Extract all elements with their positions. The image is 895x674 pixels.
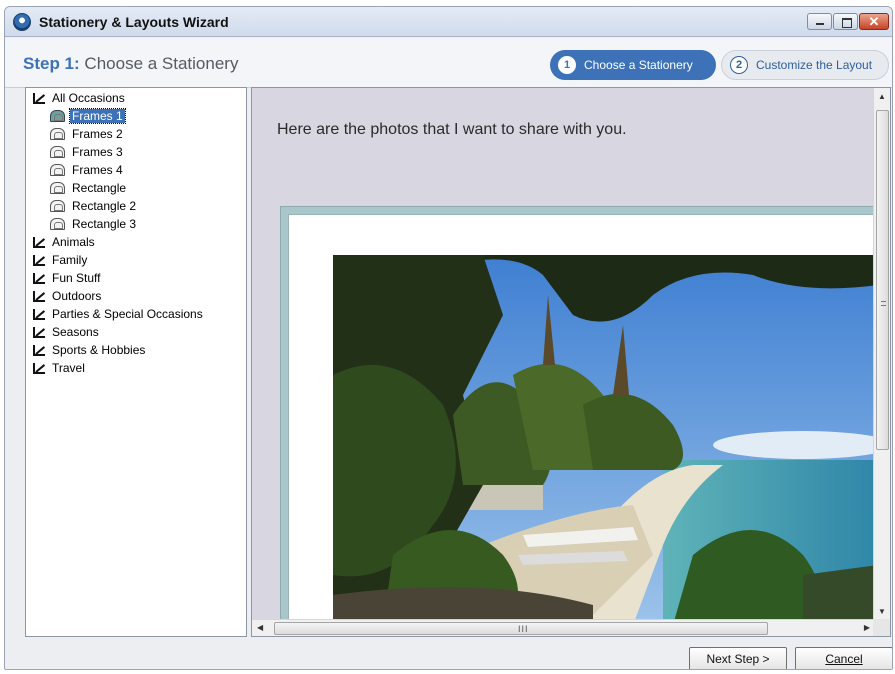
tree-item-label: Outdoors (52, 289, 102, 303)
photo-frame (280, 206, 880, 626)
category-icon (32, 289, 46, 303)
tree-item-label: Frames 2 (72, 127, 123, 141)
tree-item-outdoors[interactable]: Outdoors (32, 288, 103, 304)
minimize-icon (808, 14, 831, 29)
category-icon (32, 361, 46, 375)
stationery-tree[interactable]: All Occasions Frames 1 Frames 2 Frames 3… (25, 87, 247, 637)
window-title: Stationery & Layouts Wizard (39, 14, 229, 30)
wizard-window: Stationery & Layouts Wizard ✕ Step 1: Ch… (4, 6, 893, 670)
tree-item-frames-4[interactable]: Frames 4 (50, 162, 125, 178)
category-icon (32, 271, 46, 285)
tree-item-family[interactable]: Family (32, 252, 89, 268)
category-icon (32, 235, 46, 249)
category-icon (32, 325, 46, 339)
step-1-label: Choose a Stationery (584, 58, 693, 72)
step-heading: Step 1: Choose a Stationery (23, 54, 238, 74)
horizontal-scroll-thumb[interactable]: III (274, 622, 768, 635)
beach-photo-image (333, 255, 878, 625)
stationery-icon (50, 200, 65, 212)
stationery-icon (50, 218, 65, 230)
photo-frame-inner (288, 214, 879, 625)
tree-item-rectangle-3[interactable]: Rectangle 3 (50, 216, 138, 232)
tree-item-parties[interactable]: Parties & Special Occasions (32, 306, 205, 322)
minimize-button[interactable] (807, 13, 832, 30)
tree-item-label: Seasons (52, 325, 99, 339)
stationery-icon (50, 164, 65, 176)
tree-item-label: Family (52, 253, 88, 267)
stationery-icon (50, 182, 65, 194)
step-2-number: 2 (730, 56, 748, 74)
step-2-pill[interactable]: 2 Customize the Layout (721, 50, 889, 80)
stationery-preview[interactable]: Here are the photos that I want to share… (251, 87, 891, 637)
tree-item-label: Travel (52, 361, 85, 375)
category-icon (32, 253, 46, 267)
app-icon (13, 13, 31, 31)
tree-item-label: Frames 3 (72, 145, 123, 159)
close-icon: ✕ (868, 14, 880, 29)
tree-item-label: Rectangle (72, 181, 127, 195)
vertical-scrollbar[interactable]: ▲ ▼ (873, 88, 890, 620)
tree-item-label: Animals (52, 235, 95, 249)
step-1-number: 1 (558, 56, 576, 74)
maximize-icon (834, 14, 857, 29)
tree-item-label: All Occasions (52, 91, 125, 105)
tree-item-rectangle-2[interactable]: Rectangle 2 (50, 198, 138, 214)
tree-item-fun-stuff[interactable]: Fun Stuff (32, 270, 102, 286)
beach-photo (333, 255, 878, 625)
step-title: Choose a Stationery (84, 54, 239, 73)
step-prefix: Step 1: (23, 54, 80, 73)
stationery-icon (50, 128, 65, 140)
tree-item-label: Frames 1 (69, 108, 126, 124)
next-step-button[interactable]: Next Step > (689, 647, 787, 669)
tree-item-label: Rectangle 2 (72, 199, 137, 213)
scroll-up-icon[interactable]: ▲ (878, 92, 886, 101)
stationery-icon (50, 146, 65, 158)
category-icon (32, 91, 46, 105)
preview-message: Here are the photos that I want to share… (277, 121, 627, 138)
vertical-scroll-thumb[interactable] (876, 110, 889, 450)
tree-item-frames-1[interactable]: Frames 1 (50, 108, 126, 124)
scroll-right-icon[interactable]: ▶ (864, 623, 870, 632)
step-2-label: Customize the Layout (756, 58, 873, 72)
tree-item-sports-hobbies[interactable]: Sports & Hobbies (32, 342, 147, 358)
tree-item-label: Parties & Special Occasions (52, 307, 203, 321)
scroll-down-icon[interactable]: ▼ (878, 607, 886, 616)
tree-item-label: Rectangle 3 (72, 217, 137, 231)
tree-item-all-occasions[interactable]: All Occasions (32, 90, 127, 106)
tree-item-rectangle[interactable]: Rectangle (50, 180, 128, 196)
title-bar: Stationery & Layouts Wizard ✕ (5, 7, 892, 37)
vertical-grip-icon (881, 301, 886, 306)
tree-item-label: Frames 4 (72, 163, 123, 177)
tree-item-frames-2[interactable]: Frames 2 (50, 126, 125, 142)
step-1-pill[interactable]: 1 Choose a Stationery (550, 50, 716, 80)
scroll-left-icon[interactable]: ◀ (257, 623, 263, 632)
tree-item-label: Fun Stuff (52, 271, 101, 285)
tree-item-animals[interactable]: Animals (32, 234, 97, 250)
step-bar: Step 1: Choose a Stationery 1 Choose a S… (5, 38, 892, 88)
stationery-icon (50, 110, 65, 122)
category-icon (32, 307, 46, 321)
close-button[interactable]: ✕ (859, 13, 889, 30)
category-icon (32, 343, 46, 357)
scroll-corner (873, 619, 890, 636)
tree-item-travel[interactable]: Travel (32, 360, 87, 376)
horizontal-scrollbar[interactable]: ◀ III ▶ (252, 619, 875, 636)
cancel-button[interactable]: Cancel (795, 647, 892, 669)
tree-item-frames-3[interactable]: Frames 3 (50, 144, 125, 160)
tree-item-seasons[interactable]: Seasons (32, 324, 101, 340)
tree-item-label: Sports & Hobbies (52, 343, 146, 357)
maximize-button[interactable] (833, 13, 858, 30)
horizontal-grip-icon: III (518, 624, 529, 634)
